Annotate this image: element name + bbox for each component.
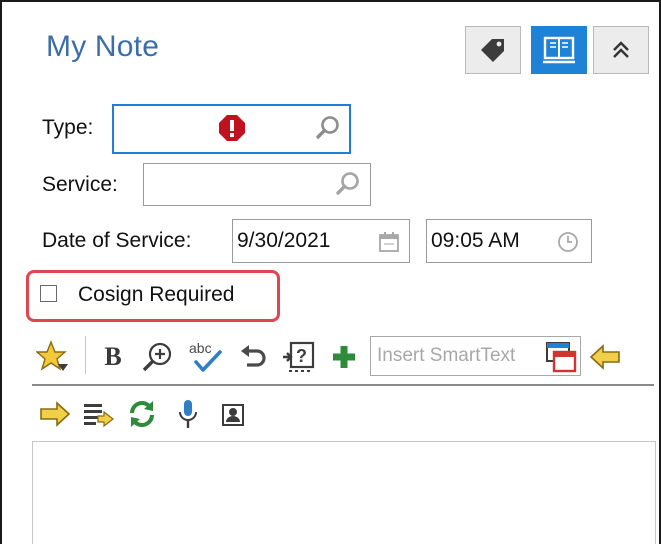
service-search-icon[interactable] (334, 170, 362, 198)
page-title: My Note (46, 30, 160, 63)
note-text-editor[interactable] (32, 441, 656, 544)
error-icon (218, 114, 246, 142)
previous-field-arrow-icon[interactable] (588, 342, 622, 372)
list-arrow-icon[interactable] (80, 398, 116, 430)
bold-button[interactable]: B (98, 340, 128, 374)
cosign-checkbox[interactable] (40, 285, 57, 302)
time-value: 09:05 AM (431, 229, 520, 252)
smarttext-window-icon[interactable] (544, 340, 578, 374)
cosign-label[interactable]: Cosign Required (78, 283, 234, 307)
spell-check-icon[interactable]: abc (186, 338, 226, 376)
add-icon[interactable] (328, 340, 360, 374)
svg-text:?: ? (296, 346, 307, 366)
date-value: 9/30/2021 (237, 229, 331, 252)
book-icon (543, 36, 575, 64)
smartphrase-help-icon[interactable]: ? (280, 338, 318, 376)
undo-icon[interactable] (236, 340, 270, 374)
microphone-icon[interactable] (172, 397, 204, 431)
zoom-in-icon[interactable] (140, 339, 176, 375)
spell-check-text: abc (189, 340, 212, 356)
toolbar-divider-line (32, 384, 654, 386)
next-field-arrow-icon[interactable] (38, 398, 72, 430)
date-of-service-label: Date of Service: (42, 229, 192, 252)
clock-icon[interactable] (555, 229, 581, 255)
contact-card-icon[interactable] (218, 400, 248, 430)
calendar-icon[interactable] (376, 229, 402, 255)
type-label: Type: (42, 116, 94, 139)
type-search-icon[interactable] (314, 114, 342, 142)
double-chevron-up-icon (613, 41, 629, 58)
service-label: Service: (42, 173, 118, 196)
refresh-icon[interactable] (124, 397, 160, 431)
tag-button[interactable] (465, 26, 521, 74)
toolbar-divider (85, 336, 86, 374)
side-by-side-button[interactable] (531, 26, 587, 74)
favorite-star-icon[interactable] (36, 340, 70, 374)
collapse-button[interactable] (593, 26, 649, 74)
tag-icon (481, 39, 504, 62)
